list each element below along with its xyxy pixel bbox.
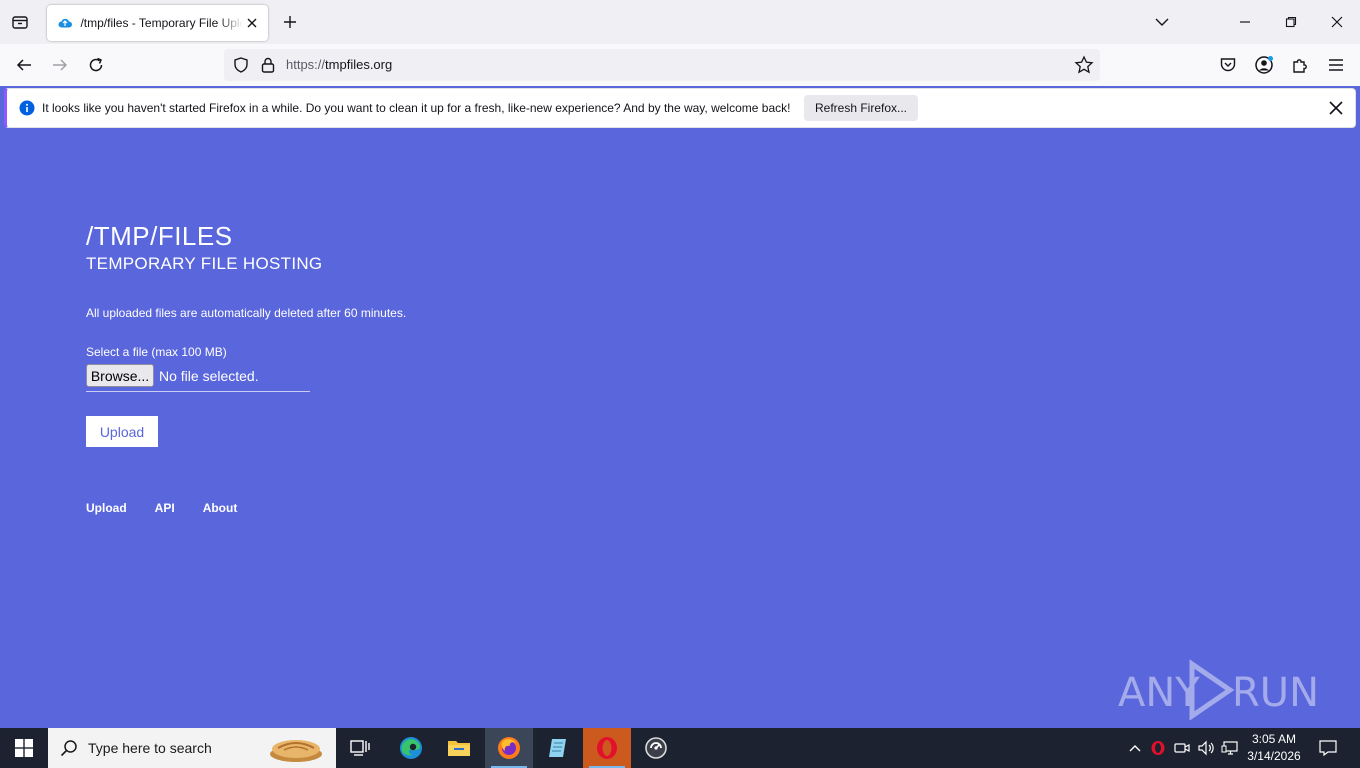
close-window-icon[interactable] (1314, 0, 1360, 44)
footer-link-upload[interactable]: Upload (86, 501, 127, 515)
site-subtitle: TEMPORARY FILE HOSTING (86, 254, 323, 273)
footer-link-api[interactable]: API (155, 501, 175, 515)
browse-button[interactable]: Browse... (86, 364, 154, 387)
url-host: tmpfiles.org (325, 57, 393, 72)
pocket-icon[interactable] (1216, 53, 1240, 77)
notification-text: It looks like you haven't started Firefo… (42, 101, 791, 115)
page-content: /TMP/FILES TEMPORARY FILE HOSTING All up… (0, 131, 1360, 728)
upload-button[interactable]: Upload (86, 416, 158, 447)
shield-icon[interactable] (232, 56, 250, 74)
firefox-icon[interactable] (485, 728, 533, 768)
svg-text:RUN: RUN (1232, 670, 1318, 716)
file-status: No file selected. (159, 368, 259, 384)
edge-icon[interactable] (387, 728, 435, 768)
footer-nav: Upload API About (86, 501, 237, 515)
extensions-icon[interactable] (1288, 53, 1312, 77)
search-icon (60, 740, 77, 757)
tab-title: /tmp/files - Temporary File Upload (80, 16, 243, 30)
new-tab-icon[interactable] (279, 11, 301, 33)
taskbar-search[interactable]: Type here to search (48, 728, 336, 768)
file-explorer-icon[interactable] (435, 728, 483, 768)
url-bar[interactable]: https://tmpfiles.org (224, 49, 1100, 81)
svg-text:ANY: ANY (1118, 670, 1200, 716)
clock-time: 3:05 AM (1251, 732, 1297, 746)
taskbar: Type here to search 3:05 AM 3/14/2026 (0, 728, 1360, 768)
back-arrow-icon[interactable] (9, 50, 39, 80)
volume-icon[interactable] (1195, 728, 1217, 768)
notepad-icon[interactable] (534, 728, 582, 768)
close-icon[interactable] (1327, 99, 1345, 117)
menu-icon[interactable] (1324, 53, 1348, 77)
search-placeholder: Type here to search (88, 740, 212, 756)
tab-close-icon[interactable] (245, 15, 260, 31)
forward-arrow-icon[interactable] (45, 50, 75, 80)
system-clock[interactable]: 3:05 AM 3/14/2026 (1242, 731, 1306, 765)
chevron-down-icon[interactable] (1150, 10, 1174, 34)
refresh-firefox-button[interactable]: Refresh Firefox... (804, 95, 918, 121)
cloud-upload-icon (57, 15, 72, 31)
opera-icon[interactable] (583, 728, 631, 768)
minimize-icon[interactable] (1222, 0, 1268, 44)
lock-icon[interactable] (259, 56, 277, 74)
tray-chevron-up-icon[interactable] (1124, 728, 1146, 768)
tab-list-icon[interactable] (8, 10, 32, 34)
site-title: /TMP/FILES (86, 221, 233, 251)
windows-start-icon[interactable] (0, 728, 48, 768)
tray-opera-icon[interactable] (1147, 728, 1169, 768)
restore-icon[interactable] (1268, 0, 1314, 44)
url-text[interactable]: https://tmpfiles.org (286, 57, 392, 72)
tray-camera-icon[interactable] (1171, 728, 1193, 768)
tab-bar: /tmp/files - Temporary File Upload (0, 0, 1360, 44)
refresh-notification: It looks like you haven't started Firefo… (4, 88, 1356, 128)
clock-date: 3/14/2026 (1247, 749, 1301, 763)
network-icon[interactable] (1219, 728, 1241, 768)
anyrun-watermark-logo: ANY RUN (1118, 659, 1318, 720)
pie-icon (270, 740, 322, 762)
system-app-icon[interactable] (632, 728, 680, 768)
file-input[interactable]: Browse... No file selected. (86, 363, 310, 392)
url-scheme: https:// (286, 57, 326, 72)
footer-link-about[interactable]: About (203, 501, 238, 515)
deletion-note: All uploaded files are automatically del… (86, 306, 407, 320)
nav-bar: https://tmpfiles.org (0, 44, 1360, 86)
file-input-label: Select a file (max 100 MB) (86, 345, 227, 359)
notification-center-icon[interactable] (1314, 728, 1342, 768)
bookmark-star-icon[interactable] (1074, 55, 1094, 75)
active-tab[interactable]: /tmp/files - Temporary File Upload (47, 5, 268, 41)
info-icon (19, 100, 35, 116)
reload-icon[interactable] (81, 50, 111, 80)
task-view-icon[interactable] (336, 728, 384, 768)
account-icon[interactable] (1252, 53, 1276, 77)
